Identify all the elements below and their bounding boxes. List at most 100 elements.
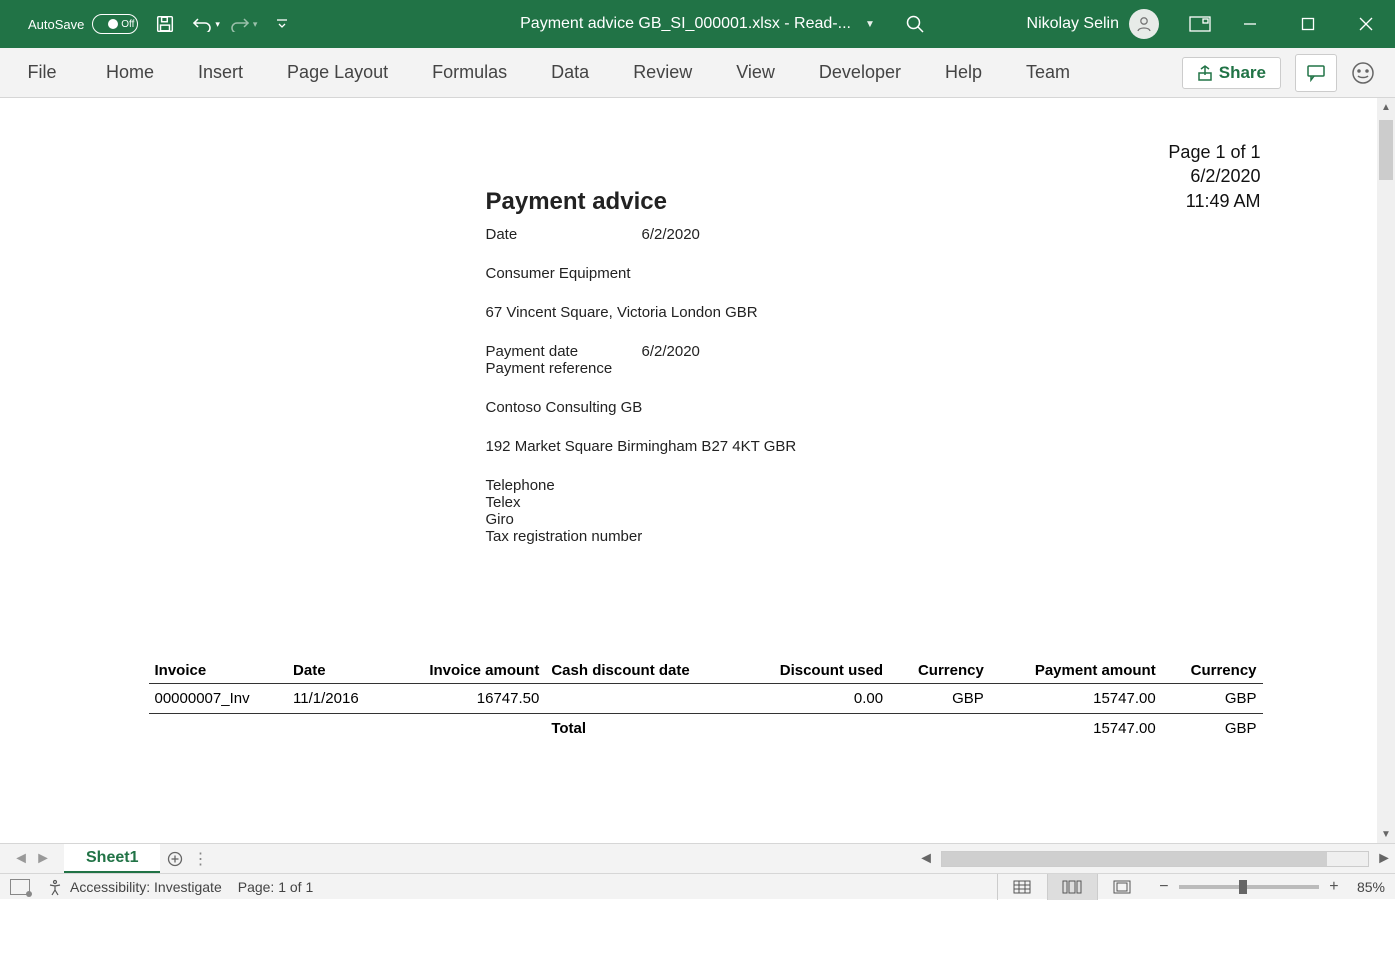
redo-button[interactable]: ▾ — [230, 16, 258, 32]
hscroll-right-icon[interactable]: ► — [1373, 848, 1395, 870]
maximize-button[interactable] — [1279, 0, 1337, 48]
th-invoice: Invoice — [149, 658, 288, 684]
page-date: 6/2/2020 — [1168, 164, 1260, 188]
td-invoice: 00000007_Inv — [149, 684, 288, 714]
page-time: 11:49 AM — [1168, 189, 1260, 213]
td-currency-2: GBP — [1162, 684, 1263, 714]
tab-review[interactable]: Review — [611, 48, 714, 97]
customize-qat-icon[interactable] — [275, 17, 289, 31]
status-bar: Accessibility: Investigate Page: 1 of 1 … — [0, 873, 1395, 899]
taxreg-label: Tax registration number — [486, 528, 1106, 545]
payment-reference-label: Payment reference — [486, 360, 1106, 377]
scroll-thumb[interactable] — [1379, 120, 1393, 180]
zoom-percentage[interactable]: 85% — [1357, 879, 1385, 895]
title-dropdown-icon[interactable]: ▼ — [865, 19, 875, 30]
date-label: Date — [486, 226, 642, 243]
tab-formulas[interactable]: Formulas — [410, 48, 529, 97]
feedback-smiley-icon[interactable] — [1351, 61, 1375, 85]
company-1: Consumer Equipment — [486, 265, 1106, 282]
sheet-tab-bar: ◄ ► Sheet1 ⋮ ◄ ► — [0, 843, 1395, 873]
vertical-scrollbar[interactable]: ▲ ▼ — [1377, 98, 1395, 843]
th-date: Date — [287, 658, 387, 684]
share-label: Share — [1219, 63, 1266, 83]
comments-button[interactable] — [1295, 54, 1337, 92]
add-sheet-button[interactable] — [160, 844, 190, 873]
telephone-label: Telephone — [486, 477, 1106, 494]
page-indicator-status: Page: 1 of 1 — [238, 879, 314, 895]
tab-home[interactable]: Home — [84, 48, 176, 97]
toggle-knob-icon — [108, 19, 118, 29]
tab-developer[interactable]: Developer — [797, 48, 923, 97]
invoice-table: Invoice Date Invoice amount Cash discoun… — [149, 658, 1263, 743]
company-2: Contoso Consulting GB — [486, 399, 1106, 416]
close-button[interactable] — [1337, 0, 1395, 48]
total-currency: GBP — [1162, 714, 1263, 744]
td-currency-1: GBP — [889, 684, 990, 714]
autosave-label: AutoSave — [28, 17, 84, 32]
minimize-button[interactable] — [1221, 0, 1279, 48]
sheet-tab-options-icon[interactable]: ⋮ — [190, 844, 210, 873]
payment-date-label: Payment date — [486, 343, 642, 360]
view-page-layout-button[interactable] — [1047, 874, 1097, 900]
td-invoice-amount: 16747.50 — [387, 684, 545, 714]
page-indicator-top: Page 1 of 1 — [1168, 140, 1260, 164]
hscroll-left-icon[interactable]: ◄ — [915, 848, 937, 870]
doc-title: Payment advice — [486, 188, 1106, 216]
document-title: Payment advice GB_SI_000001.xlsx - Read-… — [520, 15, 851, 33]
td-discount-used: 0.00 — [740, 684, 889, 714]
th-currency-1: Currency — [889, 658, 990, 684]
giro-label: Giro — [486, 511, 1106, 528]
th-invoice-amount: Invoice amount — [387, 658, 545, 684]
macro-record-icon[interactable] — [10, 879, 30, 895]
table-header-row: Invoice Date Invoice amount Cash discoun… — [149, 658, 1263, 684]
scroll-up-icon[interactable]: ▲ — [1377, 98, 1395, 116]
tab-insert[interactable]: Insert — [176, 48, 265, 97]
zoom-thumb[interactable] — [1239, 880, 1247, 894]
autosave-toggle[interactable]: Off — [92, 14, 138, 34]
scroll-down-icon[interactable]: ▼ — [1377, 825, 1395, 843]
th-payment-amount: Payment amount — [990, 658, 1162, 684]
user-avatar-icon[interactable] — [1129, 9, 1159, 39]
total-label: Total — [545, 714, 740, 744]
view-normal-button[interactable] — [997, 874, 1047, 900]
hscroll-thumb[interactable] — [942, 852, 1327, 866]
autosave-state: Off — [121, 19, 134, 30]
chevron-down-icon: ▾ — [253, 19, 258, 30]
sheet-nav-prev-icon[interactable]: ◄ — [10, 850, 32, 868]
sheet-nav-next-icon[interactable]: ► — [32, 850, 54, 868]
accessibility-icon — [46, 878, 64, 896]
table-total-row: Total 15747.00 GBP — [149, 714, 1263, 744]
tab-help[interactable]: Help — [923, 48, 1004, 97]
zoom-slider[interactable] — [1179, 885, 1319, 889]
view-page-break-button[interactable] — [1097, 874, 1147, 900]
zoom-in-button[interactable]: + — [1327, 878, 1341, 896]
ribbon-display-options-icon[interactable] — [1189, 16, 1211, 32]
workbook-area[interactable]: Page 1 of 1 6/2/2020 11:49 AM Payment ad… — [0, 98, 1395, 843]
th-currency-2: Currency — [1162, 658, 1263, 684]
search-icon[interactable] — [905, 14, 925, 34]
payment-date-value: 6/2/2020 — [642, 343, 700, 360]
horizontal-scrollbar[interactable] — [941, 851, 1369, 867]
tab-data[interactable]: Data — [529, 48, 611, 97]
th-discount-used: Discount used — [740, 658, 889, 684]
undo-button[interactable]: ▾ — [192, 16, 220, 32]
total-payment-amount: 15747.00 — [990, 714, 1162, 744]
tab-view[interactable]: View — [714, 48, 797, 97]
ribbon: File Home Insert Page Layout Formulas Da… — [0, 48, 1395, 98]
tab-team[interactable]: Team — [1004, 48, 1092, 97]
share-button[interactable]: Share — [1182, 57, 1281, 89]
address-1: 67 Vincent Square, Victoria London GBR — [486, 304, 1106, 321]
tab-page-layout[interactable]: Page Layout — [265, 48, 410, 97]
th-cash-discount-date: Cash discount date — [545, 658, 740, 684]
zoom-control: − + 85% — [1157, 878, 1385, 896]
zoom-out-button[interactable]: − — [1157, 878, 1171, 896]
tab-file[interactable]: File — [0, 48, 84, 97]
sheet-tab-sheet1[interactable]: Sheet1 — [64, 844, 160, 873]
telex-label: Telex — [486, 494, 1106, 511]
td-cash-discount-date — [545, 684, 740, 714]
save-icon[interactable] — [156, 15, 174, 33]
accessibility-status[interactable]: Accessibility: Investigate — [70, 879, 222, 895]
td-date: 11/1/2016 — [287, 684, 387, 714]
address-2: 192 Market Square Birmingham B27 4KT GBR — [486, 438, 1106, 455]
chevron-down-icon: ▾ — [215, 19, 220, 30]
